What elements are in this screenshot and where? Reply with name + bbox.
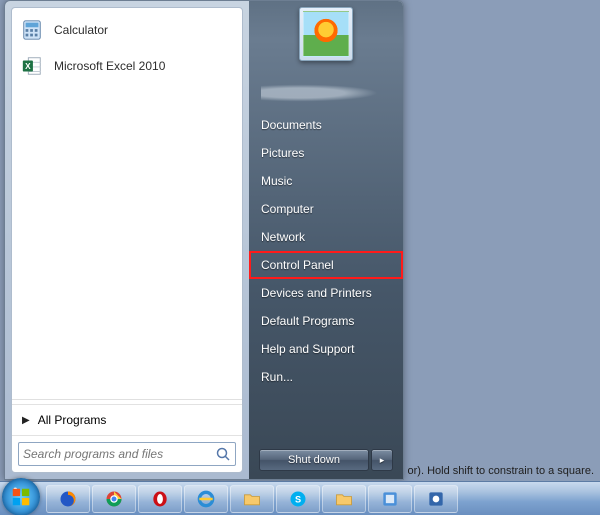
right-item-documents[interactable]: Documents [249,111,403,139]
right-item-default-programs[interactable]: Default Programs [249,307,403,335]
app-icon [380,489,400,509]
taskbar-button-app2[interactable] [414,485,458,513]
all-programs-button[interactable]: ▶ All Programs [12,404,242,435]
taskbar-button-skype[interactable]: S [276,485,320,513]
right-item-devices-printers[interactable]: Devices and Printers [249,279,403,307]
start-menu-left-pane: Calculator X Microsoft Excel 2010 ▶ All … [11,7,243,473]
calculator-icon [20,18,44,42]
taskbar: S [0,481,600,515]
windows-logo-icon [10,486,32,508]
opera-icon [150,489,170,509]
taskbar-button-chrome[interactable] [92,485,136,513]
explorer-icon [242,489,262,509]
taskbar-button-ie[interactable] [184,485,228,513]
program-item-calculator[interactable]: Calculator [12,12,242,48]
all-programs-label: All Programs [38,413,107,427]
chevron-right-icon: ▸ [380,455,385,466]
taskbar-button-app[interactable] [368,485,412,513]
program-item-excel[interactable]: X Microsoft Excel 2010 [12,48,242,84]
excel-icon: X [20,54,44,78]
search-icon [215,446,231,462]
shutdown-options-button[interactable]: ▸ [371,449,393,471]
right-item-run[interactable]: Run... [249,363,403,391]
svg-text:X: X [25,62,31,71]
shutdown-row: Shut down ▸ [249,449,403,471]
search-container [12,435,242,472]
search-input[interactable] [23,447,215,461]
start-menu-right-pane: Documents Pictures Music Computer Networ… [249,1,403,479]
user-picture-image [303,11,349,57]
search-box[interactable] [18,442,236,466]
right-item-computer[interactable]: Computer [249,195,403,223]
ie-icon [196,489,216,509]
taskbar-button-firefox[interactable] [46,485,90,513]
firefox-icon [58,489,78,509]
desktop-hint-text: or). Hold shift to constrain to a square… [408,465,594,477]
start-button[interactable] [2,478,40,515]
right-item-network[interactable]: Network [249,223,403,251]
right-item-control-panel[interactable]: Control Panel [249,251,403,279]
user-picture[interactable] [299,7,353,61]
shutdown-button[interactable]: Shut down [259,449,369,471]
taskbar-buttons: S [46,485,458,513]
taskbar-button-opera[interactable] [138,485,182,513]
separator [12,399,242,400]
svg-text:S: S [295,494,301,504]
start-menu: Calculator X Microsoft Excel 2010 ▶ All … [4,0,404,480]
taskbar-button-folder[interactable] [322,485,366,513]
right-item-pictures[interactable]: Pictures [249,139,403,167]
taskbar-button-explorer[interactable] [230,485,274,513]
program-label: Microsoft Excel 2010 [54,59,165,73]
right-item-music[interactable]: Music [249,167,403,195]
chrome-icon [104,489,124,509]
user-name-label[interactable] [261,83,391,103]
chevron-right-icon: ▶ [22,415,30,426]
app2-icon [426,489,446,509]
program-label: Calculator [54,23,108,37]
skype-icon: S [288,489,308,509]
right-item-help-support[interactable]: Help and Support [249,335,403,363]
folder-icon [334,489,354,509]
recent-programs-list: Calculator X Microsoft Excel 2010 [12,8,242,395]
